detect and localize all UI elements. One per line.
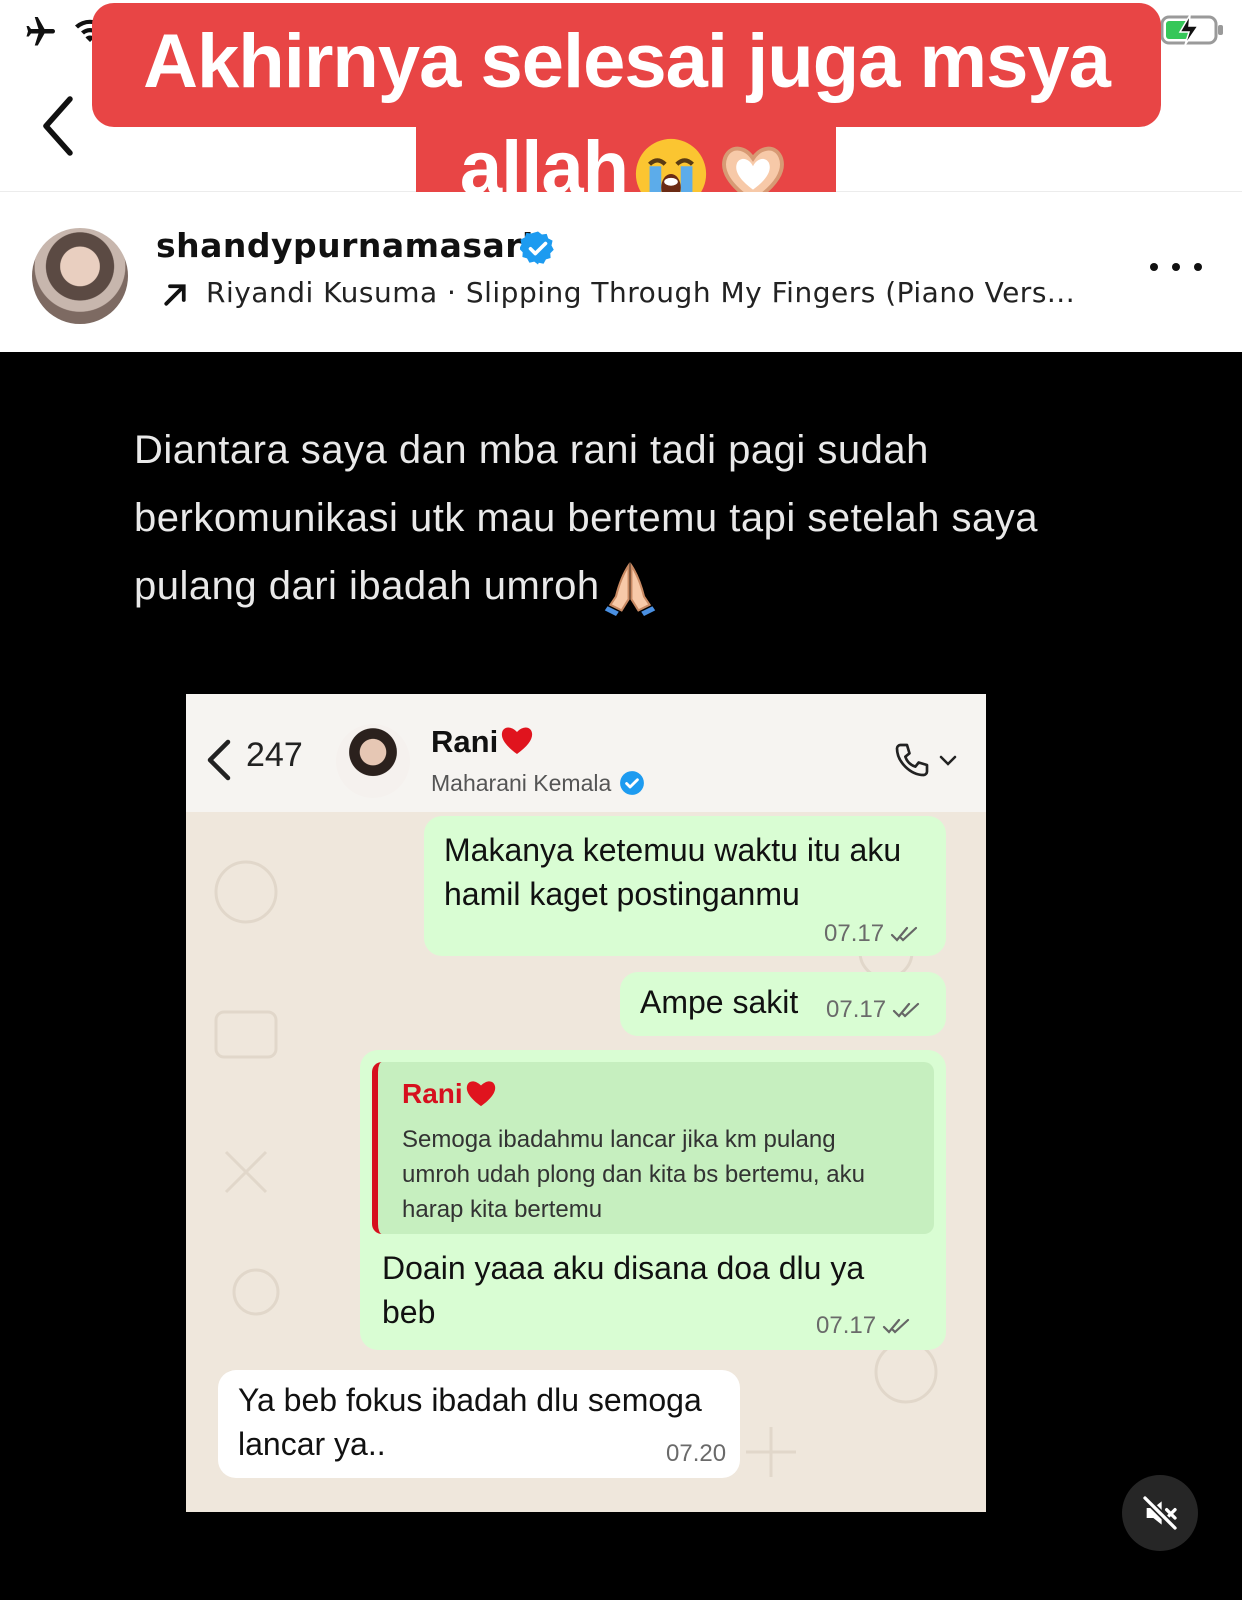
message-bubble-outgoing[interactable]: Makanya ketemuu waktu itu aku hamil kage… bbox=[424, 816, 946, 956]
message-time: 07.17 bbox=[826, 996, 922, 1024]
chevron-left-icon[interactable] bbox=[204, 738, 234, 782]
chat-screenshot: 247 Rani Maharani Kemala Makanya ketemuu… bbox=[186, 694, 986, 1512]
quoted-line: umroh udah plong dan kita bs bertemu, ak… bbox=[402, 1161, 865, 1188]
music-attribution[interactable]: Riyandi Kusuma · Slipping Through My Fin… bbox=[206, 276, 1076, 309]
username[interactable]: shandypurnamasari bbox=[156, 226, 534, 265]
battery-charging-icon bbox=[1160, 14, 1223, 46]
double-check-icon bbox=[882, 1318, 910, 1334]
quoted-sender: Rani bbox=[402, 1078, 497, 1110]
message-line: Doain yaaa aku disana doa dlu ya bbox=[382, 1250, 865, 1286]
video-caption-line: berkomunikasi utk mau bertemu tapi setel… bbox=[134, 496, 1038, 540]
message-text: Makanya ketemuu waktu itu aku hamil kage… bbox=[444, 828, 901, 916]
avatar[interactable] bbox=[32, 228, 128, 324]
video-caption: Diantara saya dan mba rani tadi pagi sud… bbox=[134, 416, 1134, 620]
speaker-muted-icon bbox=[1142, 1495, 1178, 1531]
message-line: Ya beb fokus ibadah dlu semoga bbox=[238, 1382, 702, 1418]
chevron-left-icon bbox=[43, 96, 73, 156]
phone-icon[interactable] bbox=[892, 740, 932, 780]
quoted-sender-text: Rani bbox=[402, 1078, 463, 1109]
unread-count[interactable]: 247 bbox=[246, 736, 303, 775]
verified-badge-icon bbox=[620, 771, 645, 795]
more-options-button[interactable] bbox=[1150, 252, 1202, 282]
video-caption-line-last: pulang dari ibadah umroh bbox=[134, 552, 1134, 620]
overlay-caption-line1: Akhirnya selesai juga msya bbox=[143, 19, 1111, 104]
message-bubble-outgoing-reply[interactable]: Rani Semoga ibadahmu lancar jika km pula… bbox=[360, 1050, 946, 1350]
dot-icon bbox=[1172, 263, 1180, 271]
quoted-message[interactable]: Rani Semoga ibadahmu lancar jika km pula… bbox=[372, 1062, 934, 1234]
folded-hands-icon bbox=[604, 562, 655, 617]
message-time: 07.20 bbox=[666, 1440, 727, 1467]
red-heart-icon bbox=[466, 1081, 495, 1107]
chat-header: 247 Rani Maharani Kemala bbox=[186, 694, 986, 812]
message-bubble-outgoing[interactable]: Ampe sakit 07.17 bbox=[620, 972, 946, 1036]
video-caption-text: pulang dari ibadah umroh bbox=[134, 564, 600, 608]
message-text: Doain yaaa aku disana doa dlu ya beb bbox=[382, 1246, 864, 1334]
quoted-text: Semoga ibadahmu lancar jika km pulang um… bbox=[402, 1122, 865, 1227]
dot-icon bbox=[1150, 263, 1158, 271]
contact-name-text: Rani bbox=[431, 724, 499, 759]
message-line: hamil kaget postinganmu bbox=[444, 876, 800, 912]
arrow-up-right-icon bbox=[164, 284, 186, 306]
contact-name[interactable]: Rani bbox=[431, 724, 534, 760]
verified-badge-icon bbox=[520, 231, 554, 265]
dot-icon bbox=[1194, 263, 1202, 271]
message-time-text: 07.17 bbox=[824, 920, 885, 947]
message-line: lancar ya.. bbox=[238, 1426, 386, 1462]
quoted-line: Semoga ibadahmu lancar jika km pulang bbox=[402, 1126, 836, 1153]
contact-avatar[interactable] bbox=[336, 724, 410, 798]
double-check-icon bbox=[892, 1002, 920, 1018]
message-bubble-incoming[interactable]: Ya beb fokus ibadah dlu semoga lancar ya… bbox=[218, 1370, 740, 1478]
message-text: Ampe sakit bbox=[640, 984, 799, 1020]
message-line: beb bbox=[382, 1294, 436, 1330]
post-header: shandypurnamasari Riyandi Kusuma · Slipp… bbox=[0, 192, 1242, 352]
quoted-line: harap kita bertemu bbox=[402, 1196, 603, 1223]
message-line: Makanya ketemuu waktu itu aku bbox=[444, 832, 902, 868]
contact-subtitle-text: Maharani Kemala bbox=[431, 770, 612, 796]
airplane-mode-icon bbox=[26, 17, 55, 46]
mute-toggle-button[interactable] bbox=[1122, 1475, 1198, 1551]
message-time: 07.17 bbox=[824, 920, 920, 948]
message-text: Ya beb fokus ibadah dlu semoga lancar ya… bbox=[238, 1378, 702, 1466]
video-caption-line: Diantara saya dan mba rani tadi pagi sud… bbox=[134, 428, 929, 472]
red-heart-icon bbox=[502, 727, 533, 754]
contact-subtitle: Maharani Kemala bbox=[431, 770, 645, 797]
double-check-icon bbox=[890, 926, 918, 942]
chevron-down-icon[interactable] bbox=[938, 754, 958, 768]
message-time-text: 07.17 bbox=[826, 996, 887, 1023]
back-button[interactable] bbox=[30, 90, 86, 162]
message-time-text: 07.17 bbox=[816, 1312, 877, 1339]
message-time: 07.17 bbox=[816, 1312, 912, 1340]
